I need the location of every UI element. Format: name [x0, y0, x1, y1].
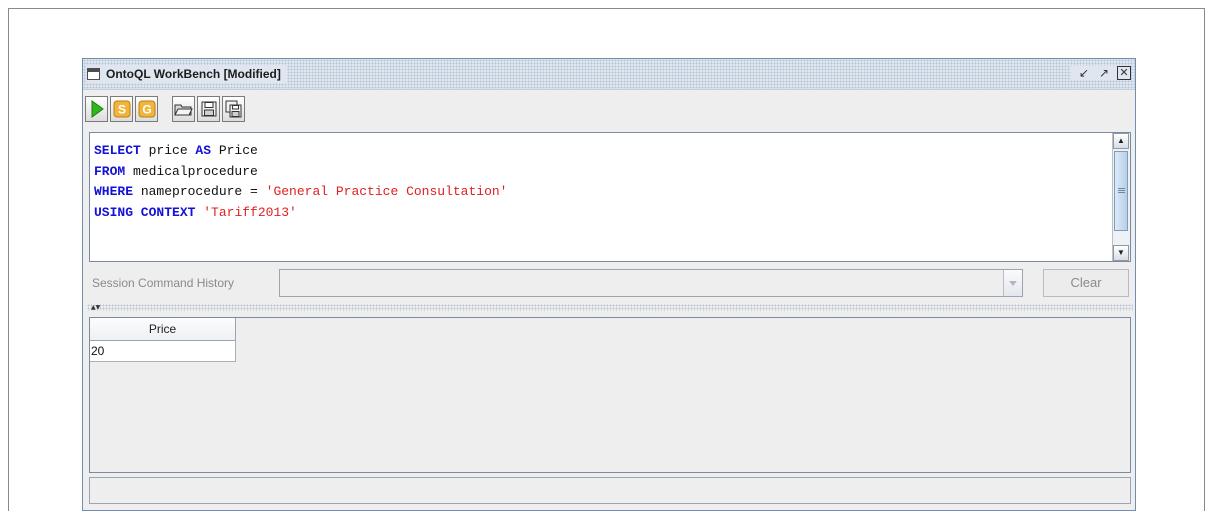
code-keyword: USING CONTEXT [94, 204, 196, 220]
code-string: 'Tariff2013' [203, 204, 297, 220]
run-icon [91, 100, 104, 118]
window-icon [87, 68, 100, 80]
s-badge-icon: S [113, 100, 130, 118]
code-identifier: nameprocedure = [133, 184, 266, 199]
open-button[interactable] [172, 96, 195, 122]
code-identifier: price [140, 143, 196, 158]
clear-button[interactable]: Clear [1043, 269, 1129, 297]
close-icon[interactable]: ✕ [1117, 66, 1131, 80]
code-identifier: medicalprocedure [125, 163, 258, 179]
code-string: 'General Practice Consultation' [265, 184, 508, 199]
g-badge-letter: G [142, 103, 151, 117]
toolbar: S G [85, 91, 1133, 127]
split-divider[interactable]: ▲▼ [87, 304, 1133, 311]
code-line[interactable]: SELECT price AS Price [94, 141, 507, 162]
scroll-thumb[interactable] [1114, 151, 1128, 231]
history-label: Session Command History [92, 276, 235, 290]
code-keyword: AS [195, 143, 212, 158]
window-title: OntoQL WorkBench [Modified] [106, 67, 281, 81]
save-icon [201, 101, 216, 117]
chevron-down-icon[interactable] [1003, 270, 1022, 296]
scroll-down-button[interactable]: ▼ [1113, 245, 1129, 261]
save-button[interactable] [197, 96, 220, 122]
query-editor[interactable]: SELECT price AS Price FROM medicalprocedu… [89, 132, 1131, 262]
window-controls: ↙ ↗ ✕ [1071, 66, 1131, 80]
grip-icon [1118, 188, 1125, 189]
g-badge-icon: G [138, 100, 155, 118]
table-cell[interactable]: 20 [90, 341, 236, 362]
code-keyword: SELECT [94, 143, 141, 158]
history-combo[interactable] [279, 269, 1023, 297]
title-group: OntoQL WorkBench [Modified] [87, 65, 287, 83]
results-table: Price 20 [89, 317, 1131, 473]
save-as-icon [225, 100, 242, 118]
editor-scrollbar[interactable]: ▲ ▼ [1112, 133, 1130, 261]
code-line[interactable]: USING CONTEXT 'Tariff2013' [94, 203, 507, 224]
query-text[interactable]: SELECT price AS Price FROM medicalprocedu… [94, 141, 507, 223]
collapse-arrows-icon[interactable]: ▲▼ [91, 304, 100, 311]
column-header-price[interactable]: Price [90, 318, 236, 341]
s-badge-letter: S [117, 103, 125, 117]
run-button[interactable] [85, 96, 108, 122]
sparql-button[interactable]: S [110, 96, 133, 122]
graph-button[interactable]: G [135, 96, 158, 122]
code-line[interactable]: WHERE nameprocedure = 'General Practice … [94, 182, 507, 203]
save-as-button[interactable] [222, 96, 245, 122]
code-keyword: FROM [94, 163, 126, 179]
code-line[interactable]: FROM medicalprocedure [94, 162, 507, 183]
code-keyword: WHERE [94, 184, 134, 199]
open-folder-icon [174, 104, 193, 116]
status-bar [89, 477, 1131, 504]
workbench-window: OntoQL WorkBench [Modified] ↙ ↗ ✕ S G SE… [82, 58, 1136, 511]
maximize-icon[interactable]: ↗ [1097, 66, 1111, 80]
title-bar[interactable]: OntoQL WorkBench [Modified] ↙ ↗ ✕ [83, 59, 1135, 90]
code-identifier: Price [211, 143, 258, 158]
scroll-up-button[interactable]: ▲ [1113, 133, 1129, 149]
restore-down-icon[interactable]: ↙ [1077, 66, 1091, 80]
history-row: Session Command History Clear [89, 269, 1131, 297]
